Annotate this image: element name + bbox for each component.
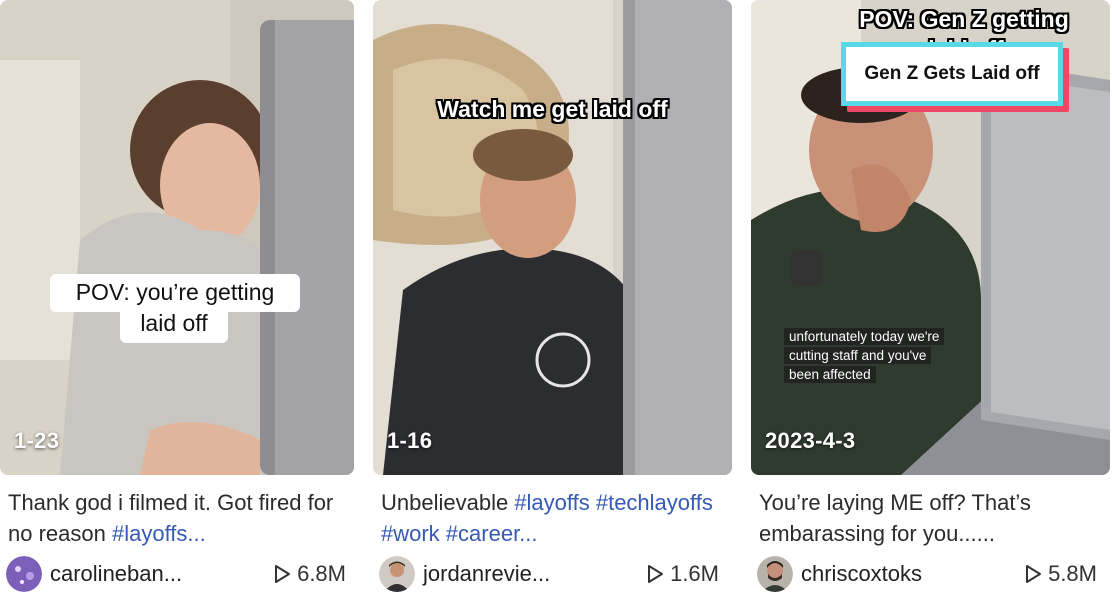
play-icon xyxy=(275,565,291,583)
video-thumbnail[interactable]: POV: you’re getting laid off 1-23 xyxy=(0,0,354,475)
video-description[interactable]: You’re laying ME off? That’s embarassing… xyxy=(759,487,1094,549)
video-meta: carolineban... 6.8M xyxy=(6,556,346,592)
video-card[interactable]: Watch me get laid off 1-16 Unbelievable … xyxy=(373,0,732,607)
video-description[interactable]: Unbelievable #layoffs #techlayoffs #work… xyxy=(381,487,716,549)
overlay-caption: laid off xyxy=(120,305,228,343)
view-count: 5.8M xyxy=(1024,561,1097,587)
post-date: 1-23 xyxy=(14,428,60,453)
thumbnail-image xyxy=(0,0,354,475)
subtitle-caption: unfortunately today we're cutting staff … xyxy=(784,327,1004,384)
username[interactable]: carolineban... xyxy=(50,561,182,587)
purple-sparkle-avatar[interactable] xyxy=(6,556,42,592)
title-banner: Gen Z Gets Laid off xyxy=(841,42,1069,112)
overlay-caption: Watch me get laid off xyxy=(437,96,668,122)
thumbnail-image xyxy=(373,0,732,475)
video-meta: jordanrevie... 1.6M xyxy=(379,556,719,592)
video-grid: POV: you’re getting laid off 1-23 Thank … xyxy=(0,0,1112,607)
video-thumbnail[interactable]: POV: Gen Z getting laid off Gen Z Gets L… xyxy=(751,0,1110,475)
play-icon xyxy=(648,565,664,583)
man-portrait-avatar[interactable] xyxy=(757,556,793,592)
play-icon xyxy=(1026,565,1042,583)
video-card[interactable]: POV: you’re getting laid off 1-23 Thank … xyxy=(0,0,354,607)
video-card[interactable]: POV: Gen Z getting laid off Gen Z Gets L… xyxy=(751,0,1110,607)
username[interactable]: chriscoxtoks xyxy=(801,561,922,587)
hashtag-link[interactable]: #layoffs... xyxy=(112,521,206,546)
view-count: 6.8M xyxy=(273,561,346,587)
username[interactable]: jordanrevie... xyxy=(423,561,550,587)
man-portrait-avatar[interactable] xyxy=(379,556,415,592)
video-meta: chriscoxtoks 5.8M xyxy=(757,556,1097,592)
view-count: 1.6M xyxy=(646,561,719,587)
video-thumbnail[interactable]: Watch me get laid off 1-16 xyxy=(373,0,732,475)
video-description[interactable]: Thank god i filmed it. Got fired for no … xyxy=(8,487,343,549)
overlay-caption: POV: Gen Z getting xyxy=(859,6,1069,32)
post-date: 1-16 xyxy=(387,428,433,453)
post-date: 2023-4-3 xyxy=(765,428,856,453)
